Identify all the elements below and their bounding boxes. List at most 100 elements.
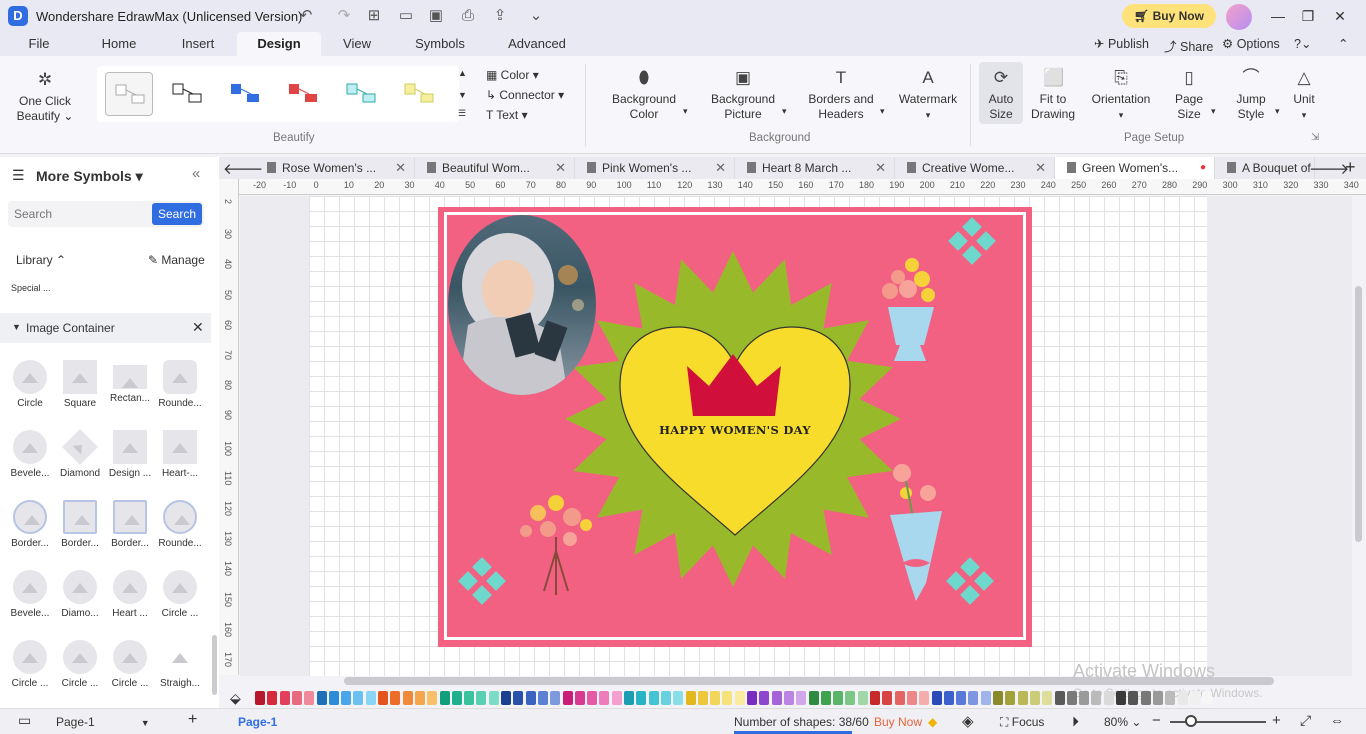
minimize-icon[interactable]: —: [1268, 6, 1288, 26]
color-swatch[interactable]: [304, 691, 315, 705]
text-menu[interactable]: T Text ▾: [486, 108, 528, 122]
add-tab-icon[interactable]: +: [1345, 157, 1356, 178]
color-swatch[interactable]: [414, 691, 425, 705]
close-tab-icon[interactable]: ✕: [395, 157, 406, 179]
color-swatch[interactable]: [267, 691, 278, 705]
undo-icon[interactable]: ↶: [296, 6, 316, 26]
connector-menu[interactable]: ↳ Connector ▾: [486, 88, 564, 102]
tab-rose-womens[interactable]: Rose Women's ... ✕: [255, 157, 415, 179]
menu-view[interactable]: View: [332, 32, 382, 56]
jump-style-button[interactable]: ⌒ Jump Style: [1228, 68, 1274, 122]
pink-flower-vase-icon[interactable]: [876, 257, 944, 367]
color-swatch[interactable]: [968, 691, 979, 705]
library-toggle[interactable]: Library ⌃: [16, 253, 66, 267]
page-panel-icon[interactable]: ▭: [18, 712, 31, 729]
publish-button[interactable]: ✈︎ Publish: [1094, 36, 1149, 51]
image-container-header[interactable]: ▼ Image Container ✕: [0, 313, 211, 343]
close-tab-icon[interactable]: ✕: [715, 157, 726, 179]
zoom-in-icon[interactable]: +: [1272, 712, 1281, 729]
color-swatch[interactable]: [1116, 691, 1126, 705]
watermark-button[interactable]: A Watermark ▾: [896, 68, 960, 123]
drawing-canvas[interactable]: HAPPY WOMEN'S DAY: [240, 196, 1352, 676]
color-swatch[interactable]: [1066, 691, 1077, 705]
color-swatch[interactable]: [673, 691, 684, 705]
close-icon[interactable]: ✕: [192, 319, 204, 336]
chevron-down-icon[interactable]: ▾: [683, 106, 688, 117]
one-click-beautify-button[interactable]: ✲ One Click Beautify ⌄: [12, 70, 78, 124]
tab-creative-womens[interactable]: Creative Wome... ✕: [895, 157, 1055, 179]
close-tab-icon[interactable]: ✕: [555, 157, 566, 179]
menu-insert[interactable]: Insert: [170, 32, 226, 56]
image-container-shape[interactable]: Heart-...: [150, 430, 210, 479]
save-icon[interactable]: ▣: [426, 6, 446, 26]
card-headline[interactable]: HAPPY WOMEN'S DAY: [618, 423, 852, 437]
color-swatch[interactable]: [328, 691, 339, 705]
chevron-down-icon[interactable]: ▾: [1275, 106, 1280, 117]
color-swatch[interactable]: [993, 691, 1003, 705]
menu-advanced[interactable]: Advanced: [504, 32, 570, 56]
image-container-shape[interactable]: Circle ...: [150, 570, 210, 619]
color-swatch[interactable]: [771, 691, 782, 705]
fit-to-drawing-button[interactable]: ⬜ Fit to Drawing: [1026, 68, 1080, 122]
background-color-button[interactable]: ⬮ Background Color: [604, 68, 684, 122]
tab-bouquet[interactable]: A Bouquet of: [1215, 157, 1315, 179]
layers-icon[interactable]: ◈: [962, 712, 974, 730]
image-container-shape[interactable]: Rounde...: [150, 500, 210, 549]
color-swatch[interactable]: [439, 691, 450, 705]
color-swatch[interactable]: [279, 691, 290, 705]
new-file-icon[interactable]: ⊞: [364, 6, 384, 26]
color-swatch[interactable]: [1079, 691, 1090, 705]
color-swatch[interactable]: [820, 691, 831, 705]
color-swatch[interactable]: [685, 691, 696, 705]
print-icon[interactable]: ⎙: [458, 6, 478, 26]
search-input[interactable]: [14, 205, 144, 223]
color-swatch[interactable]: [943, 691, 954, 705]
bouquet-flowers-left-icon[interactable]: [514, 491, 598, 601]
color-swatch[interactable]: [906, 691, 917, 705]
tab-beautiful-womens[interactable]: Beautiful Wom... ✕: [415, 157, 575, 179]
buy-now-button[interactable]: 🛒︎ Buy Now: [1122, 4, 1216, 28]
color-swatch[interactable]: [488, 691, 499, 705]
menu-design[interactable]: Design: [237, 32, 321, 56]
color-swatch[interactable]: [291, 691, 302, 705]
color-swatch[interactable]: [1091, 691, 1102, 705]
color-swatch[interactable]: [931, 691, 942, 705]
style-thumb-4[interactable]: [279, 72, 327, 116]
image-container-shape[interactable]: Straigh...: [150, 640, 210, 689]
tab-green-womens[interactable]: Green Women's... ●: [1055, 157, 1215, 179]
color-swatch[interactable]: [525, 691, 536, 705]
color-swatch[interactable]: [427, 691, 438, 705]
special-library-item[interactable]: Special ...: [11, 283, 51, 293]
more-symbols-title[interactable]: More Symbols ▾: [36, 168, 143, 185]
color-swatch[interactable]: [857, 691, 868, 705]
unit-button[interactable]: △ Unit ▾: [1286, 68, 1322, 123]
color-swatch[interactable]: [808, 691, 819, 705]
collapse-ribbon-icon[interactable]: ⌃: [1338, 36, 1348, 51]
color-swatch[interactable]: [1202, 691, 1213, 705]
color-swatch[interactable]: [537, 691, 548, 705]
color-swatch[interactable]: [587, 691, 598, 705]
style-thumb-3[interactable]: [221, 72, 269, 116]
tab-pink-womens[interactable]: Pink Women's ... ✕: [575, 157, 735, 179]
color-swatch[interactable]: [1140, 691, 1151, 705]
add-page-icon[interactable]: +: [188, 711, 197, 729]
color-swatch[interactable]: [464, 691, 475, 705]
close-tab-icon[interactable]: ✕: [1035, 157, 1046, 179]
borders-headers-button[interactable]: T Borders and Headers: [802, 68, 880, 122]
color-swatch[interactable]: [378, 691, 388, 705]
focus-button[interactable]: ⛶ Focus: [1000, 715, 1044, 730]
chevron-down-icon[interactable]: ▾: [1211, 106, 1216, 117]
color-swatch[interactable]: [1017, 691, 1028, 705]
zoom-out-icon[interactable]: −: [1152, 712, 1161, 729]
user-avatar[interactable]: [1226, 4, 1252, 30]
page-setup-dialog-icon[interactable]: ⇲: [1311, 132, 1319, 143]
color-swatch[interactable]: [882, 691, 893, 705]
color-swatch[interactable]: [341, 691, 352, 705]
color-swatch[interactable]: [697, 691, 708, 705]
fit-width-icon[interactable]: ⇔: [1330, 712, 1344, 728]
orientation-button[interactable]: ⎘ Orientation ▾: [1086, 68, 1156, 123]
style-thumb-1[interactable]: [105, 72, 153, 116]
color-swatch[interactable]: [710, 691, 721, 705]
red-crown[interactable]: [685, 354, 783, 416]
color-swatch[interactable]: [513, 691, 524, 705]
